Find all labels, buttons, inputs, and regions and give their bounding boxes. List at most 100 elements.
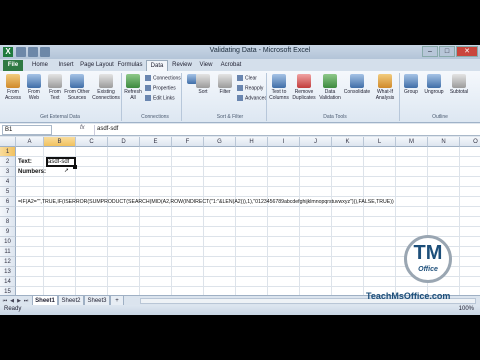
subtotal-button[interactable]: Subtotal <box>447 74 471 95</box>
gridline-horizontal <box>16 236 480 237</box>
row-header-8[interactable]: 8 <box>0 217 16 227</box>
title-bar: X Validating Data - Microsoft Excel – □ … <box>0 45 480 59</box>
column-header-b[interactable]: B <box>44 137 76 147</box>
reapply-link[interactable]: Reapply <box>237 85 263 91</box>
column-header-n[interactable]: N <box>428 137 460 147</box>
column-header-c[interactable]: C <box>76 137 108 147</box>
row-header-1[interactable]: 1 <box>0 147 16 157</box>
group-button[interactable]: Group <box>401 74 421 95</box>
column-header-l[interactable]: L <box>364 137 396 147</box>
select-all-corner[interactable] <box>0 137 16 147</box>
clear-filter-link[interactable]: Clear <box>237 75 257 81</box>
row-header-2[interactable]: 2 <box>0 157 16 167</box>
column-header-j[interactable]: J <box>300 137 332 147</box>
ribbon-data-tab: From Access From Web From Text From Othe… <box>0 71 480 123</box>
fx-icon[interactable]: fx <box>80 125 85 131</box>
column-header-d[interactable]: D <box>108 137 140 147</box>
fill-handle[interactable] <box>73 165 77 169</box>
tab-review[interactable]: Review <box>170 60 194 71</box>
last-sheet-icon[interactable]: ⏭ <box>23 297 29 305</box>
cell-b1[interactable]: asdf-sdf <box>48 157 69 167</box>
cell-a1[interactable]: Text: <box>18 157 32 167</box>
row-header-4[interactable]: 4 <box>0 177 16 187</box>
row-header-12[interactable]: 12 <box>0 257 16 267</box>
tab-file[interactable]: File <box>3 60 23 71</box>
tab-data[interactable]: Data <box>146 60 168 71</box>
clear-label: Clear <box>245 75 257 82</box>
column-header-e[interactable]: E <box>140 137 172 147</box>
maximize-button[interactable]: □ <box>439 46 455 57</box>
tab-formulas[interactable]: Formulas <box>116 60 144 71</box>
filter-button[interactable]: Filter <box>215 74 235 95</box>
row-header-9[interactable]: 9 <box>0 227 16 237</box>
tab-acrobat[interactable]: Acrobat <box>218 60 244 71</box>
row-header-14[interactable]: 14 <box>0 277 16 287</box>
gridline-horizontal <box>16 216 480 217</box>
tab-view[interactable]: View <box>196 60 216 71</box>
access-icon <box>6 74 20 88</box>
column-header-f[interactable]: F <box>172 137 204 147</box>
close-button[interactable]: ✕ <box>456 46 478 57</box>
row-header-13[interactable]: 13 <box>0 267 16 277</box>
what-if-analysis-button[interactable]: What-If Analysis <box>372 74 398 101</box>
zoom-level[interactable]: 100% <box>459 306 474 312</box>
column-header-g[interactable]: G <box>204 137 236 147</box>
advanced-link[interactable]: Advanced <box>237 95 267 101</box>
group-label-data-tools: Data Tools <box>323 114 347 120</box>
tab-page-layout[interactable]: Page Layout <box>80 60 114 71</box>
row-header-11[interactable]: 11 <box>0 247 16 257</box>
row-header-5[interactable]: 5 <box>0 187 16 197</box>
row-header-7[interactable]: 7 <box>0 207 16 217</box>
gridline-horizontal <box>16 226 480 227</box>
tab-home[interactable]: Home <box>30 60 50 71</box>
group-separator <box>266 73 267 121</box>
connections-link[interactable]: Connections <box>145 75 181 81</box>
from-other-sources-button[interactable]: From Other Sources <box>64 74 90 101</box>
consolidate-label: Consolidate <box>343 89 371 95</box>
redo-icon[interactable] <box>40 47 50 57</box>
column-header-o[interactable]: O <box>460 137 480 147</box>
existing-connections-button[interactable]: Existing Connections <box>92 74 120 101</box>
column-header-m[interactable]: M <box>396 137 428 147</box>
from-web-button[interactable]: From Web <box>24 74 44 101</box>
subtotal-icon <box>452 74 466 88</box>
name-box[interactable]: B1 <box>2 125 52 135</box>
cell-a5[interactable]: =IF(A2="",TRUE,IF(ISERROR(SUMPRODUCT(SEA… <box>18 197 394 207</box>
tab-insert[interactable]: Insert <box>54 60 78 71</box>
refresh-all-button[interactable]: Refresh All <box>123 74 143 101</box>
text-to-columns-button[interactable]: Text to Columns <box>268 74 290 101</box>
ungroup-button[interactable]: Ungroup <box>422 74 446 95</box>
row-header-10[interactable]: 10 <box>0 237 16 247</box>
undo-icon[interactable] <box>28 47 38 57</box>
from-text-button[interactable]: From Text <box>45 74 65 101</box>
data-validation-button[interactable]: Data Validation <box>318 74 342 101</box>
text-to-columns-icon <box>272 74 286 88</box>
column-header-a[interactable]: A <box>16 137 44 147</box>
edit-links-link[interactable]: Edit Links <box>145 95 175 101</box>
group-label: Group <box>404 89 418 95</box>
prev-sheet-icon[interactable]: ◀ <box>9 297 15 305</box>
excel-app-icon[interactable]: X <box>3 47 13 57</box>
group-label-connections: Connections <box>141 114 169 120</box>
worksheet-grid[interactable]: ABCDEFGHIJKLMNO 123456789101112131415161… <box>0 137 480 315</box>
logo-office: Office <box>418 266 438 273</box>
row-header-6[interactable]: 6 <box>0 197 16 207</box>
row-header-3[interactable]: 3 <box>0 167 16 177</box>
properties-link[interactable]: Properties <box>145 85 176 91</box>
formula-input[interactable]: asdf-sdf <box>94 125 476 135</box>
column-header-k[interactable]: K <box>332 137 364 147</box>
consolidate-button[interactable]: Consolidate <box>343 74 371 95</box>
minimize-button[interactable]: – <box>422 46 438 57</box>
next-sheet-icon[interactable]: ▶ <box>16 297 22 305</box>
from-access-button[interactable]: From Access <box>3 74 23 101</box>
edit-links-icon <box>145 95 151 101</box>
cell-a2[interactable]: Numbers: <box>18 167 46 177</box>
sort-button[interactable]: Sort <box>193 74 213 95</box>
first-sheet-icon[interactable]: ⏮ <box>2 297 8 305</box>
column-header-h[interactable]: H <box>236 137 268 147</box>
from-web-label: From Web <box>28 89 40 101</box>
save-icon[interactable] <box>16 47 26 57</box>
remove-duplicates-button[interactable]: Remove Duplicates <box>291 74 317 101</box>
column-header-i[interactable]: I <box>268 137 300 147</box>
gridline-vertical <box>299 147 300 315</box>
